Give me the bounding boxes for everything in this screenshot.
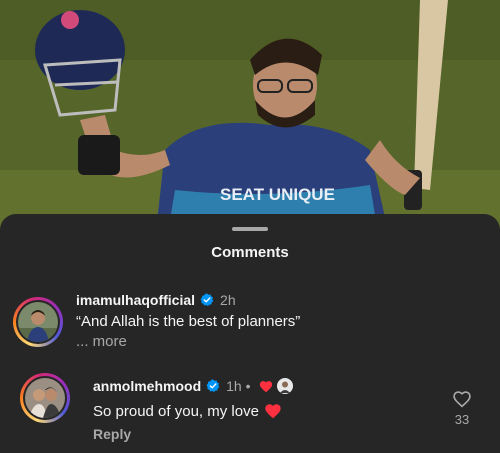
avatar-story-ring[interactable]: [13, 297, 63, 347]
verified-badge-icon: [200, 293, 214, 306]
comment-timestamp: 1h •: [226, 378, 251, 394]
jersey-text: SEAT UNIQUE: [220, 185, 335, 204]
comments-sheet: Comments imamulhaqofficial 2h “And Allah…: [0, 214, 500, 453]
author-avatar-mini-icon: [276, 378, 293, 394]
avatar: [25, 378, 65, 418]
comment-username[interactable]: imamulhaqofficial: [76, 292, 195, 308]
verified-badge-icon: [206, 379, 220, 392]
more-link[interactable]: ... more: [76, 333, 127, 350]
like-heart-icon[interactable]: [452, 390, 472, 408]
like-count: 33: [454, 412, 470, 427]
comment-text: So proud of you, my love: [93, 402, 259, 420]
cricketer-illustration: SEAT UNIQUE: [0, 0, 500, 240]
avatar-story-ring[interactable]: [20, 373, 70, 423]
author-liked-heart-icon: [259, 380, 272, 392]
comment-text: “And Allah is the best of planners”: [76, 313, 301, 330]
reply-button[interactable]: Reply: [93, 426, 131, 442]
comment-username[interactable]: anmolmehmood: [93, 378, 201, 394]
post-photo: SEAT UNIQUE: [0, 0, 500, 240]
avatar: [18, 302, 58, 342]
sheet-title: Comments: [211, 244, 289, 261]
comment-timestamp: 2h: [220, 292, 236, 308]
red-heart-emoji-icon: [265, 404, 281, 419]
sheet-drag-handle[interactable]: [232, 227, 268, 231]
